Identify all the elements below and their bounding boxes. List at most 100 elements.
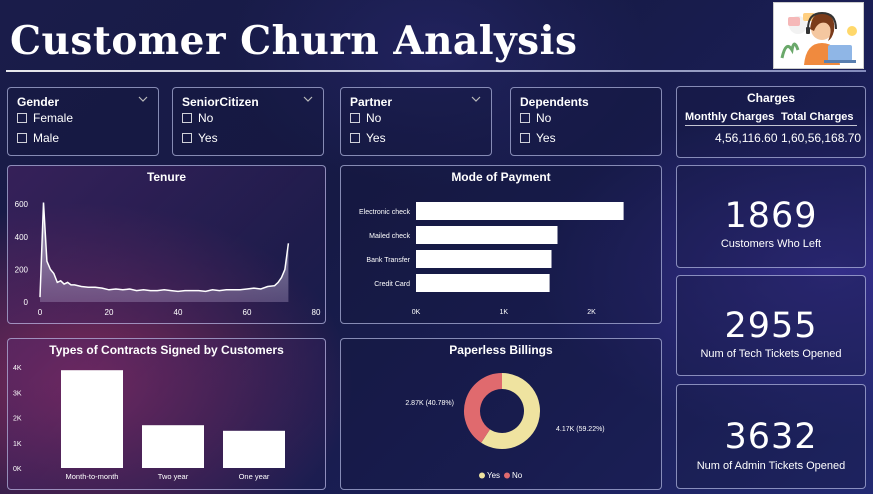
option-label: No bbox=[366, 111, 382, 125]
legend-marker-yes bbox=[479, 472, 485, 479]
option-label: Yes bbox=[536, 131, 556, 145]
chevron-down-icon[interactable] bbox=[138, 94, 148, 104]
checkbox[interactable] bbox=[182, 133, 192, 143]
kpi-value: 1869 bbox=[724, 196, 818, 236]
category-label: Two year bbox=[158, 472, 189, 481]
slicer-dependents-option-yes[interactable]: Yes bbox=[520, 131, 556, 145]
y-tick-label: 0K bbox=[13, 466, 22, 473]
y-tick-label: 2K bbox=[13, 416, 22, 423]
total-charges-value: 1,60,56,168.70 bbox=[781, 131, 862, 145]
monthly-charges-value: 4,56,116.60 bbox=[715, 131, 778, 145]
payment-bar-chart[interactable]: Electronic check Mailed check Bank Transfe… bbox=[341, 166, 663, 325]
y-tick-label: 0 bbox=[24, 298, 29, 307]
paperless-donut-chart[interactable]: 4.17K (59.22%) 2.87K (40.78%) Yes No bbox=[341, 339, 663, 491]
tenure-area bbox=[40, 202, 289, 302]
slicer-senior-citizen[interactable]: SeniorCitizen No Yes bbox=[172, 87, 324, 156]
y-tick-label: 600 bbox=[15, 200, 29, 209]
option-label: Yes bbox=[198, 131, 218, 145]
contract-bar bbox=[223, 430, 285, 468]
slicer-partner[interactable]: Partner No Yes bbox=[340, 87, 492, 156]
checkbox[interactable] bbox=[520, 113, 530, 123]
slicer-gender-title: Gender bbox=[17, 95, 60, 109]
y-tick-label: 200 bbox=[15, 265, 29, 274]
x-tick-label: 0K bbox=[412, 309, 421, 316]
chevron-down-icon[interactable] bbox=[303, 94, 313, 104]
x-tick-label: 80 bbox=[312, 308, 321, 317]
slicer-dependents-title: Dependents bbox=[520, 95, 589, 109]
kpi-label: Customers Who Left bbox=[720, 238, 822, 250]
kpi-value: 3632 bbox=[724, 417, 818, 457]
y-tick-label: 4K bbox=[13, 365, 22, 372]
checkbox[interactable] bbox=[350, 133, 360, 143]
x-tick-label: 40 bbox=[174, 308, 183, 317]
data-label-yes: 4.17K (59.22%) bbox=[556, 426, 605, 433]
checkbox[interactable] bbox=[182, 113, 192, 123]
checkbox[interactable] bbox=[350, 113, 360, 123]
x-tick-label: 60 bbox=[243, 308, 252, 317]
option-label: Female bbox=[33, 111, 74, 125]
tenure-area-chart[interactable]: 0 20 40 60 80 0 200 400 600 bbox=[8, 166, 327, 325]
y-tick-label: 3K bbox=[13, 390, 22, 397]
kpi-value: 2955 bbox=[724, 306, 818, 346]
slicer-gender-option-male[interactable]: Male bbox=[17, 131, 59, 145]
contracts-bar-chart[interactable]: 0K 1K 2K 3K 4K Month-to-month Two year One year bbox=[8, 339, 327, 491]
slicer-partner-title: Partner bbox=[350, 95, 393, 109]
payment-bar bbox=[416, 202, 624, 220]
category-label: Mailed check bbox=[369, 233, 410, 240]
option-label: Male bbox=[33, 131, 60, 145]
support-agent-logo bbox=[773, 2, 864, 69]
checkbox[interactable] bbox=[17, 133, 27, 143]
paperless-chart-card[interactable]: Paperless Billings 4.17K (59.22%) 2.87K (… bbox=[340, 338, 662, 490]
x-tick-label: 0 bbox=[38, 308, 43, 317]
slicer-partner-option-no[interactable]: No bbox=[350, 111, 381, 125]
legend-label-no: No bbox=[512, 471, 523, 480]
x-tick-label: 1K bbox=[499, 309, 508, 316]
checkbox[interactable] bbox=[520, 133, 530, 143]
payment-bar bbox=[416, 250, 552, 268]
slicer-dependents[interactable]: Dependents No Yes bbox=[510, 87, 662, 156]
slicer-dependents-option-no[interactable]: No bbox=[520, 111, 551, 125]
category-label: Credit Card bbox=[374, 281, 410, 288]
contract-bar bbox=[61, 370, 123, 468]
kpi-admin-tickets: 3632 Num of Admin Tickets Opened bbox=[676, 384, 866, 489]
charges-title: Charges bbox=[746, 91, 796, 105]
kpi-tech-tickets: 2955 Num of Tech Tickets Opened bbox=[676, 275, 866, 376]
x-tick-label: 20 bbox=[105, 308, 114, 317]
kpi-label: Num of Tech Tickets Opened bbox=[700, 348, 842, 360]
legend-marker-no bbox=[504, 472, 510, 479]
data-label-no: 2.87K (40.78%) bbox=[405, 400, 454, 407]
checkbox[interactable] bbox=[17, 113, 27, 123]
option-label: Yes bbox=[366, 131, 386, 145]
category-label: Month-to-month bbox=[66, 472, 119, 481]
payment-chart-card[interactable]: Mode of Payment Electronic check Mailed c… bbox=[340, 165, 662, 324]
tenure-line bbox=[39, 202, 290, 298]
payment-bar bbox=[416, 274, 550, 292]
title-divider bbox=[6, 70, 866, 72]
slicer-gender-option-female[interactable]: Female bbox=[17, 111, 73, 125]
page-title: Customer Churn Analysis bbox=[10, 18, 578, 64]
monthly-charges-header: Monthly Charges bbox=[685, 111, 775, 123]
kpi-customers-who-left: 1869 Customers Who Left bbox=[676, 165, 866, 268]
contract-bar bbox=[142, 425, 204, 468]
category-label: Electronic check bbox=[359, 209, 410, 216]
slicer-senior-citizen-option-yes[interactable]: Yes bbox=[182, 131, 218, 145]
chevron-down-icon[interactable] bbox=[471, 94, 481, 104]
y-tick-label: 1K bbox=[13, 441, 22, 448]
donut-slice-no bbox=[464, 373, 503, 443]
contracts-chart-card[interactable]: Types of Contracts Signed by Customers 0… bbox=[7, 338, 326, 490]
slicer-senior-citizen-title: SeniorCitizen bbox=[182, 95, 259, 109]
slicer-senior-citizen-option-no[interactable]: No bbox=[182, 111, 213, 125]
tenure-chart-card[interactable]: Tenure 0 20 40 60 80 0 200 400 600 bbox=[7, 165, 326, 324]
slicer-gender[interactable]: Gender Female Male bbox=[7, 87, 159, 156]
option-label: No bbox=[198, 111, 214, 125]
option-label: No bbox=[536, 111, 552, 125]
y-tick-label: 400 bbox=[15, 233, 29, 242]
category-label: Bank Transfer bbox=[366, 257, 410, 264]
charges-divider bbox=[685, 125, 857, 126]
category-label: One year bbox=[239, 472, 270, 481]
slicer-partner-option-yes[interactable]: Yes bbox=[350, 131, 386, 145]
x-tick-label: 2K bbox=[587, 309, 596, 316]
kpi-label: Num of Admin Tickets Opened bbox=[696, 460, 846, 472]
total-charges-header: Total Charges bbox=[781, 111, 854, 123]
legend-label-yes: Yes bbox=[487, 471, 500, 480]
